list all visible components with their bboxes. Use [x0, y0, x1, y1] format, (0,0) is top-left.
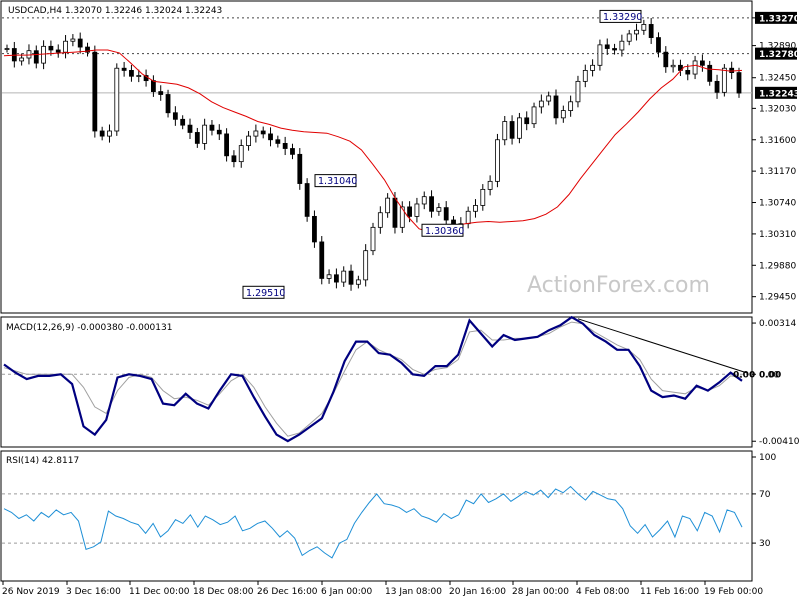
candle	[736, 67, 742, 98]
price-level-tag: 1.32243	[755, 86, 800, 99]
svg-text:1.33270: 1.33270	[759, 14, 800, 24]
candle	[721, 64, 727, 97]
price-annotation: 1.30360	[421, 223, 464, 237]
x-tick-label: 4 Feb 08:00	[576, 587, 630, 597]
price-header: USDCAD,H4 1.32070 1.32246 1.32024 1.3224…	[8, 6, 222, 16]
svg-text:1.29510: 1.29510	[246, 288, 285, 299]
price-tick-label: 1.29880	[759, 261, 796, 271]
macd-tick-label: -0.004108	[759, 437, 800, 447]
rsi-tick-label: 70	[759, 490, 771, 500]
x-tick-label: 26 Dec 16:00	[257, 587, 318, 597]
chart-root: USDCAD,H4 1.32070 1.32246 1.32024 1.3224…	[0, 0, 800, 600]
candle	[297, 148, 303, 190]
price-annotation: 1.31040	[314, 174, 357, 188]
price-level-tag: 1.32780	[755, 47, 800, 60]
candle	[319, 236, 325, 285]
price-annotation: 1.29510	[242, 285, 285, 299]
price-tick-label: 1.32450	[759, 74, 796, 84]
candle	[304, 178, 310, 222]
svg-text:1.32243: 1.32243	[759, 89, 800, 99]
price-tick-label: 1.30310	[759, 230, 796, 240]
rsi-tick-label: 100	[759, 453, 776, 463]
price-tick-label: 1.31170	[759, 167, 796, 177]
x-tick-label: 3 Dec 16:00	[66, 587, 121, 597]
svg-text:1.32780: 1.32780	[759, 50, 800, 60]
macd-tick-label: 0.00314	[759, 319, 796, 329]
candle	[370, 222, 376, 256]
x-tick-label: 26 Nov 2019	[2, 587, 60, 597]
macd-title: MACD(12,26,9) -0.000380 -0.000131	[6, 323, 172, 333]
x-tick-label: 28 Jan 00:00	[512, 587, 569, 597]
x-tick-label: 18 Dec 08:00	[193, 587, 254, 597]
chart-svg: USDCAD,H4 1.32070 1.32246 1.32024 1.3224…	[0, 0, 800, 600]
candle	[363, 244, 369, 287]
candle	[517, 112, 522, 144]
watermark: ActionForex.com	[527, 273, 710, 298]
svg-text:1.33290: 1.33290	[603, 12, 642, 23]
x-tick-label: 11 Feb 16:00	[640, 587, 699, 597]
price-tick-label: 1.32030	[759, 104, 796, 114]
x-tick-label: 20 Jan 16:00	[449, 587, 506, 597]
svg-text:1.30360: 1.30360	[425, 226, 464, 237]
macd-value-label: 0.00	[759, 370, 781, 380]
rsi-tick-label: 30	[759, 539, 771, 549]
price-annotation: 1.33290	[599, 9, 642, 23]
x-tick-label: 11 Dec 00:00	[129, 587, 190, 597]
candle	[114, 63, 120, 136]
x-tick-label: 13 Jan 08:00	[385, 587, 442, 597]
rsi-title: RSI(14) 42.8117	[6, 456, 79, 466]
price-tick-label: 1.30740	[759, 199, 796, 209]
svg-text:1.31040: 1.31040	[318, 176, 357, 187]
x-tick-label: 6 Jan 00:00	[321, 587, 373, 597]
price-level-tag: 1.33270	[755, 11, 800, 24]
candle	[495, 133, 500, 188]
candle	[312, 210, 317, 248]
macd-value-label: 0.00	[733, 370, 755, 380]
price-tick-label: 1.29450	[759, 293, 796, 303]
price-tick-label: 1.31600	[759, 136, 796, 146]
x-tick-label: 19 Feb 00:00	[704, 587, 763, 597]
candle	[92, 45, 98, 138]
